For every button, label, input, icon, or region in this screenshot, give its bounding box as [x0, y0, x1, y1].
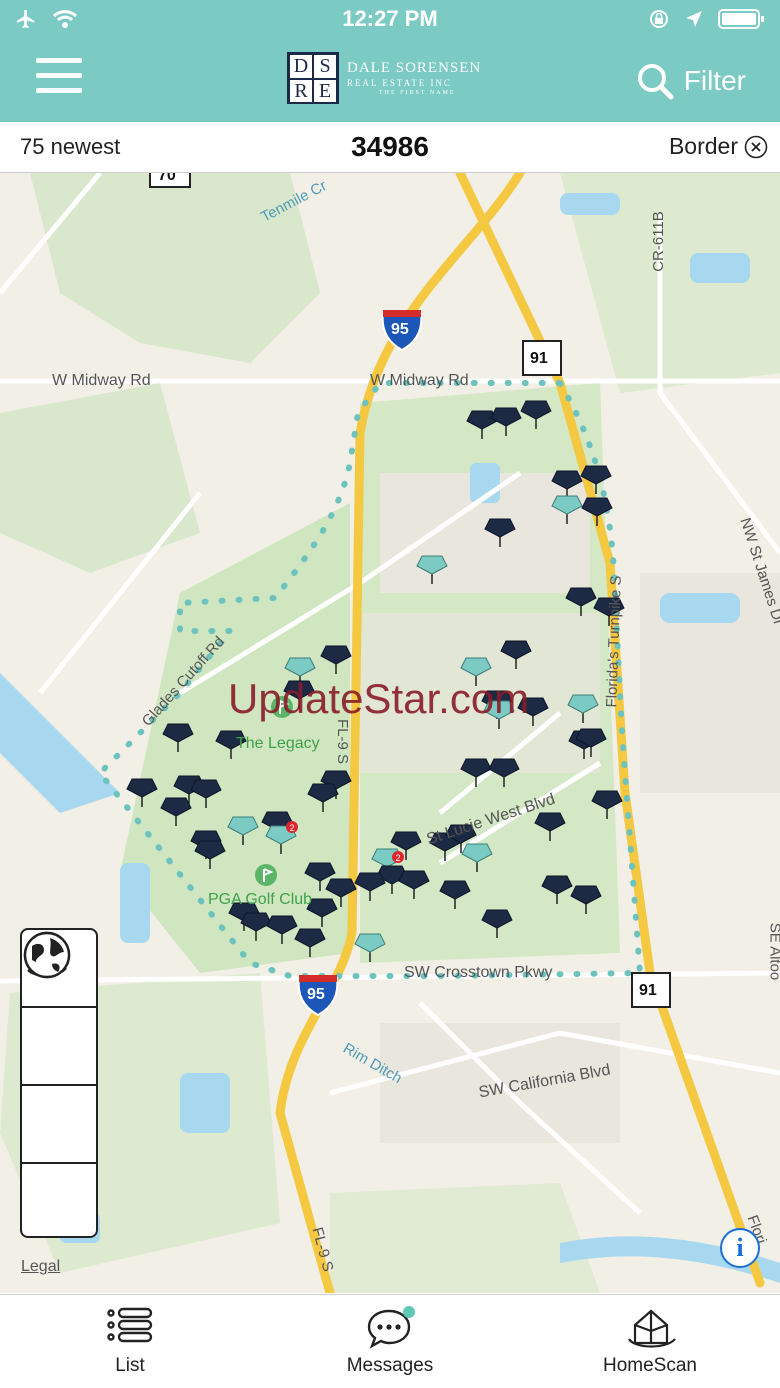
brand-subtitle: REAL ESTATE INC	[347, 78, 452, 88]
shield-label-95-bottom: 95	[307, 986, 325, 1003]
cluster-badge-1[interactable]: 2	[286, 821, 298, 833]
brand-tagline: THE FIRST NAME	[379, 90, 456, 96]
tab-list[interactable]: List	[0, 1295, 260, 1388]
road-label-midway-left: W Midway Rd	[52, 372, 151, 389]
shield-label-91-top: 91	[530, 350, 548, 367]
filter-button[interactable]: Filter	[636, 62, 746, 100]
shield-label-95-top: 95	[391, 321, 409, 338]
place-label-pga: PGA Golf Club	[208, 891, 313, 908]
logo-letter: E	[313, 79, 337, 104]
svg-text:2: 2	[289, 823, 294, 833]
shield-label-91-bottom: 91	[639, 982, 657, 999]
legal-link[interactable]: Legal	[21, 1258, 60, 1276]
draw-border-button[interactable]	[22, 936, 96, 1086]
map-canvas[interactable]: 2 2	[0, 173, 780, 1293]
road-label-fl9: FL-9 S	[334, 718, 352, 765]
road-label-cr611: CR-611B	[649, 211, 667, 272]
logo-letter: S	[313, 54, 337, 79]
search-summary-bar: 75 newest 34986 Border	[0, 122, 780, 173]
golf-icon-pga	[255, 864, 277, 886]
tab-homescan-label: HomeScan	[603, 1355, 697, 1376]
battery-icon	[718, 9, 764, 29]
shield-label-70: 70	[158, 173, 176, 184]
border-label: Border	[668, 133, 738, 159]
messages-icon	[367, 1306, 415, 1349]
menu-bar	[36, 73, 82, 78]
cluster-badge-2[interactable]: 2	[392, 851, 404, 863]
satellite-view-button[interactable]	[22, 931, 96, 1240]
road-label-midway-right: W Midway Rd	[370, 372, 469, 389]
search-icon	[637, 64, 674, 100]
homescan-icon	[628, 1309, 676, 1348]
map-info-button[interactable]: i	[720, 1228, 760, 1268]
road-view-button[interactable]	[22, 931, 96, 1164]
road-label-crosstown: SW Crosstown Pkwy	[404, 964, 553, 981]
road-label-se: SE Altoo	[766, 922, 780, 981]
zip-code-title: 34986	[351, 131, 429, 162]
app-header: D S R E DALE SORENSEN REAL ESTATE INC TH…	[0, 40, 780, 122]
location-arrow-icon	[686, 11, 702, 27]
logo-letter: D	[289, 54, 313, 79]
logo-letter: R	[289, 79, 313, 104]
tab-bar: List Messages HomeScan	[0, 1294, 780, 1388]
tab-homescan[interactable]: HomeScan	[520, 1295, 780, 1388]
list-icon	[107, 1307, 153, 1343]
svg-text:2: 2	[395, 853, 400, 863]
place-label-legacy: The Legacy	[236, 735, 320, 752]
menu-bar	[36, 88, 82, 93]
map-tools-panel	[20, 928, 98, 1238]
border-toggle[interactable]: Border	[669, 133, 768, 160]
filter-label: Filter	[683, 65, 746, 96]
globe-icon	[23, 931, 71, 979]
status-right	[648, 8, 766, 30]
brand-name: DALE SORENSEN	[347, 60, 482, 76]
watermark: UpdateStar.com	[228, 675, 530, 722]
tab-list-label: List	[115, 1355, 145, 1376]
menu-bar	[36, 58, 82, 63]
tab-messages[interactable]: Messages	[260, 1295, 520, 1388]
logo-monogram: D S R E	[287, 52, 339, 104]
close-icon[interactable]	[744, 135, 768, 159]
menu-button[interactable]	[36, 58, 82, 98]
brand-logo: D S R E DALE SORENSEN REAL ESTATE INC TH…	[287, 52, 497, 104]
rotation-lock-icon	[650, 10, 668, 28]
tab-messages-label: Messages	[346, 1355, 434, 1376]
status-bar: 12:27 PM	[0, 0, 780, 40]
map-view[interactable]: 2 2 W Midway Rd W Midway Rd Tenmile Cr G…	[0, 173, 780, 1293]
